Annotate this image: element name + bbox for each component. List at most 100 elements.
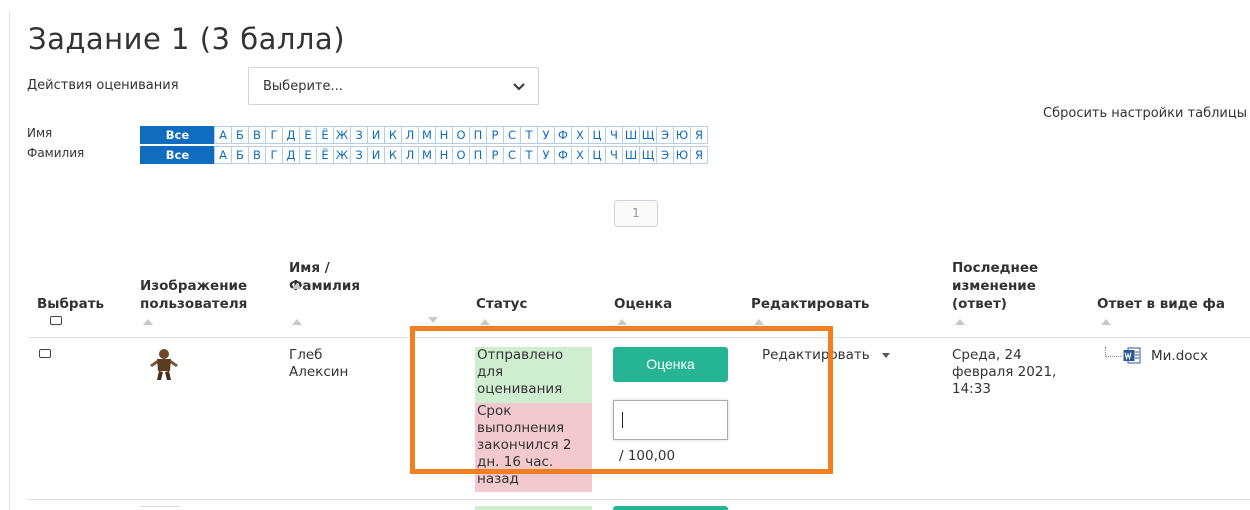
sort-arrow-icon[interactable]	[617, 319, 627, 325]
grade-input[interactable]	[613, 400, 728, 440]
first-initial-letter[interactable]: Ж	[333, 126, 351, 144]
avatar[interactable]	[146, 345, 182, 381]
chevron-down-icon	[513, 83, 525, 91]
sort-arrow-icon[interactable]	[754, 319, 764, 325]
last-initial-letter[interactable]: Д	[282, 146, 300, 164]
first-initial-letter[interactable]: Ц	[588, 126, 606, 144]
first-initial-letter[interactable]: Л	[401, 126, 419, 144]
last-initial-letter[interactable]: Х	[571, 146, 589, 164]
header-name[interactable]: Имя / Фамилия	[289, 259, 384, 295]
first-initial-letter[interactable]: У	[537, 126, 555, 144]
submitted-file[interactable]: Ми.docx	[1105, 346, 1208, 364]
first-initial-letter[interactable]: Т	[520, 126, 538, 144]
first-initial-all[interactable]: Все	[140, 126, 215, 144]
last-name-filter-label: Фамилия	[27, 146, 85, 160]
last-initial-letter[interactable]: Г	[265, 146, 283, 164]
last-initial-letter[interactable]: Я	[690, 146, 708, 164]
last-initial-letter[interactable]: Ё	[316, 146, 334, 164]
first-initial-letter[interactable]: Щ	[639, 126, 657, 144]
first-initial-letter[interactable]: К	[384, 126, 402, 144]
last-initial-letter[interactable]: Т	[520, 146, 538, 164]
header-grade[interactable]: Оценка	[614, 295, 672, 313]
last-initial-letter[interactable]: Р	[486, 146, 504, 164]
next-row-grade-button-stub	[613, 506, 728, 510]
last-initial-letter[interactable]: Щ	[639, 146, 657, 164]
last-initial-letter[interactable]: З	[350, 146, 368, 164]
pagination-current-page[interactable]: 1	[614, 200, 658, 227]
table-row-divider	[28, 499, 1250, 500]
header-edit: Редактировать	[751, 296, 870, 312]
caret-down-icon	[881, 352, 890, 358]
page-left-border	[9, 12, 10, 510]
row-select-checkbox[interactable]	[39, 349, 51, 358]
sort-arrow-icon[interactable]	[480, 319, 490, 325]
first-initial-letter[interactable]: Ч	[605, 126, 623, 144]
first-initial-letter[interactable]: Х	[571, 126, 589, 144]
first-initial-letter[interactable]: Н	[435, 126, 453, 144]
first-initial-letter[interactable]: О	[452, 126, 470, 144]
header-file-submission: Ответ в виде фа	[1097, 296, 1226, 312]
status-submitted-badge: Отправлено для оценивания	[475, 347, 592, 403]
select-all-checkbox[interactable]	[50, 316, 62, 325]
edit-action-menu[interactable]: Редактировать	[762, 347, 890, 363]
first-name-filter-label: Имя	[27, 126, 53, 140]
sort-arrow-icon[interactable]	[1101, 319, 1111, 325]
first-initial-letter[interactable]: С	[503, 126, 521, 144]
first-initial-letter[interactable]: Д	[282, 126, 300, 144]
last-initial-letter[interactable]: Л	[401, 146, 419, 164]
word-document-icon	[1123, 347, 1141, 364]
header-status[interactable]: Статус	[476, 295, 527, 313]
last-initial-letter[interactable]: У	[537, 146, 555, 164]
last-initial-letter[interactable]: М	[418, 146, 436, 164]
student-first-name[interactable]: Глеб	[289, 347, 323, 364]
first-initial-letter[interactable]: П	[469, 126, 487, 144]
first-initial-letter[interactable]: М	[418, 126, 436, 144]
first-initial-letter[interactable]: З	[350, 126, 368, 144]
last-initial-letter[interactable]: С	[503, 146, 521, 164]
last-initial-letter[interactable]: Ч	[605, 146, 623, 164]
first-initial-letter[interactable]: Г	[265, 126, 283, 144]
sort-arrow-icon[interactable]	[143, 319, 153, 325]
file-name-link[interactable]: Ми.docx	[1151, 348, 1208, 364]
header-last-modified[interactable]: Последнее изменение (ответ)	[952, 259, 1067, 313]
edit-menu-label: Редактировать	[762, 347, 870, 363]
last-initial-letter[interactable]: А	[214, 146, 232, 164]
grading-actions-select[interactable]: Выберите...	[248, 67, 539, 105]
first-initial-letter[interactable]: Б	[231, 126, 249, 144]
first-initial-letter[interactable]: Ф	[554, 126, 572, 144]
first-initial-letter[interactable]: Ю	[673, 126, 691, 144]
student-last-name[interactable]: Алексин	[289, 364, 348, 381]
last-initial-letter[interactable]: Э	[656, 146, 674, 164]
text-cursor	[622, 412, 623, 428]
first-initial-letter[interactable]: Я	[690, 126, 708, 144]
last-initial-letter[interactable]: Б	[231, 146, 249, 164]
header-user-picture: Изображение пользователя	[140, 278, 248, 312]
first-initial-letter[interactable]: Ш	[622, 126, 640, 144]
sort-arrow-icon[interactable]	[955, 319, 965, 325]
first-initial-letter[interactable]: Э	[656, 126, 674, 144]
grade-button[interactable]: Оценка	[613, 347, 728, 382]
sort-arrow-icon[interactable]	[292, 283, 302, 289]
last-initial-letter[interactable]: Ф	[554, 146, 572, 164]
first-initial-letter[interactable]: И	[367, 126, 385, 144]
sort-desc-arrow-icon[interactable]	[428, 317, 438, 323]
last-initial-letter[interactable]: К	[384, 146, 402, 164]
first-initial-letter[interactable]: В	[248, 126, 266, 144]
last-initial-letter[interactable]: П	[469, 146, 487, 164]
last-initial-all[interactable]: Все	[140, 146, 215, 164]
last-initial-letter[interactable]: Е	[299, 146, 317, 164]
first-initial-letter[interactable]: Е	[299, 126, 317, 144]
first-initial-letter[interactable]: Ё	[316, 126, 334, 144]
sort-arrow-icon[interactable]	[292, 319, 302, 325]
last-initial-letter[interactable]: В	[248, 146, 266, 164]
last-initial-letter[interactable]: Н	[435, 146, 453, 164]
last-initial-letter[interactable]: И	[367, 146, 385, 164]
first-initial-letter[interactable]: Р	[486, 126, 504, 144]
last-initial-letter[interactable]: Ц	[588, 146, 606, 164]
last-initial-letter[interactable]: Ж	[333, 146, 351, 164]
reset-table-preferences-link[interactable]: Сбросить настройки таблицы	[1043, 106, 1247, 121]
last-initial-letter[interactable]: Ш	[622, 146, 640, 164]
last-initial-letter[interactable]: Ю	[673, 146, 691, 164]
last-initial-letter[interactable]: О	[452, 146, 470, 164]
first-initial-letter[interactable]: А	[214, 126, 232, 144]
